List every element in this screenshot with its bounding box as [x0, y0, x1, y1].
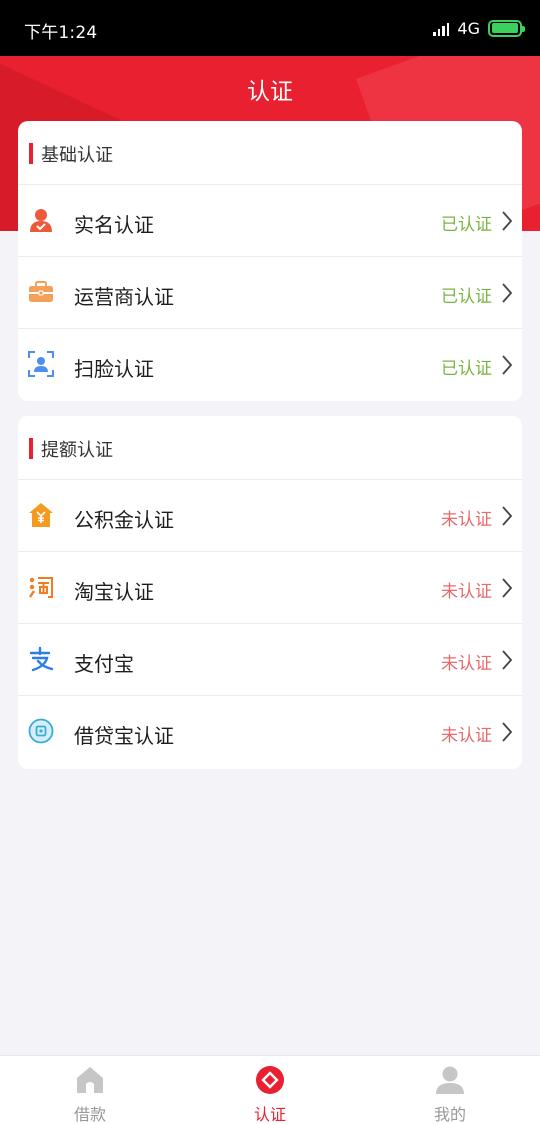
status-badge: 已认证 — [441, 359, 492, 379]
status-bar: 下午1:24 4G — [0, 0, 540, 56]
section-header: 提额认证 — [18, 416, 522, 480]
face-scan-icon — [28, 351, 54, 377]
section-accent-bar — [29, 143, 33, 164]
tab-loan[interactable]: 借款 — [0, 1056, 180, 1124]
bottom-tab-bar: 借款 认证 我的 — [0, 1055, 540, 1124]
battery-icon — [488, 19, 525, 37]
row-label: 淘宝认证 — [74, 580, 154, 604]
briefcase-icon — [29, 281, 53, 302]
tab-label: 借款 — [73, 1105, 106, 1124]
status-badge: 未认证 — [441, 582, 492, 602]
tab-profile[interactable]: 我的 — [360, 1056, 540, 1124]
verify-row-alipay[interactable]: 支付宝 未认证 — [18, 624, 522, 696]
signal-icon — [433, 20, 450, 36]
section-accent-bar — [29, 438, 33, 459]
status-indicators: 4G — [433, 14, 525, 42]
status-badge: 未认证 — [441, 726, 492, 746]
status-badge: 已认证 — [441, 215, 492, 235]
verify-row-carrier[interactable]: 运营商认证 已认证 — [18, 257, 522, 329]
home-icon — [77, 1067, 103, 1093]
row-label: 借贷宝认证 — [74, 724, 174, 748]
chevron-right-icon — [502, 578, 512, 598]
row-label: 实名认证 — [74, 213, 154, 237]
row-label: 公积金认证 — [74, 508, 174, 532]
status-badge: 已认证 — [441, 287, 492, 307]
alipay-icon — [29, 646, 54, 672]
row-label: 运营商认证 — [74, 285, 174, 309]
jiedaibao-icon — [28, 718, 54, 744]
row-label: 支付宝 — [74, 652, 134, 676]
status-time: 下午1:24 — [24, 23, 98, 43]
verify-row-face-scan[interactable]: 扫脸认证 已认证 — [18, 329, 522, 401]
page-title: 认证 — [247, 79, 293, 105]
verify-row-taobao[interactable]: 淘宝认证 未认证 — [18, 552, 522, 624]
status-badge: 未认证 — [441, 510, 492, 530]
section-header: 基础认证 — [18, 121, 522, 185]
verify-icon — [256, 1066, 284, 1094]
chevron-right-icon — [502, 506, 512, 526]
chevron-right-icon — [502, 211, 512, 231]
taobao-icon — [29, 577, 53, 598]
person-icon — [30, 209, 52, 232]
profile-icon — [436, 1066, 464, 1094]
chevron-right-icon — [502, 650, 512, 670]
verify-row-housing-fund[interactable]: 公积金认证 未认证 — [18, 480, 522, 552]
section-title: 基础认证 — [41, 145, 113, 166]
tab-label: 认证 — [253, 1105, 286, 1124]
chevron-right-icon — [502, 355, 512, 375]
row-label: 扫脸认证 — [74, 357, 154, 381]
section-title: 提额认证 — [41, 440, 113, 461]
verify-row-real-name[interactable]: 实名认证 已认证 — [18, 185, 522, 257]
tab-label: 我的 — [433, 1105, 466, 1124]
verify-row-jiedaibao[interactable]: 借贷宝认证 未认证 — [18, 696, 522, 768]
network-type: 4G — [457, 18, 480, 38]
chevron-right-icon — [502, 722, 512, 742]
tab-verify[interactable]: 认证 — [180, 1056, 360, 1124]
housing-fund-icon — [29, 503, 53, 527]
advanced-verification-card: 提额认证 公积金认证 未认证 淘宝认证 未认证 支付宝 未认证 借贷宝认证 未认… — [18, 416, 522, 769]
basic-verification-card: 基础认证 实名认证 已认证 运营商认证 已认证 扫脸认证 已认证 — [18, 121, 522, 401]
chevron-right-icon — [502, 283, 512, 303]
status-badge: 未认证 — [441, 654, 492, 674]
